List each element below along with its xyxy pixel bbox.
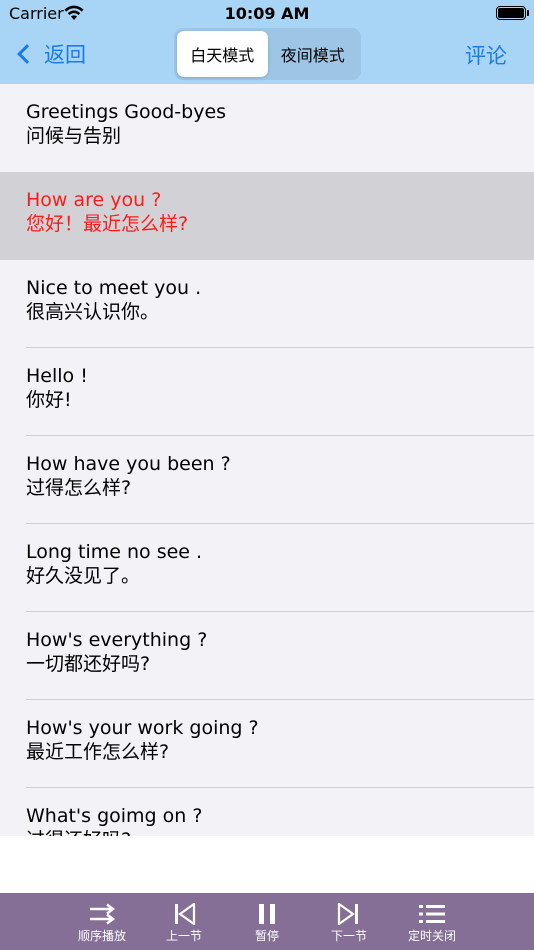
skip-forward-icon <box>337 903 358 925</box>
list-timer-icon <box>419 905 445 923</box>
list-item-chinese: 你好! <box>26 389 72 411</box>
chevron-left-icon <box>17 44 37 64</box>
segment-day-mode[interactable]: 白天模式 <box>177 31 268 77</box>
spacer <box>0 836 534 893</box>
list-item[interactable]: What's goimg on ? 过得还好吗? <box>0 788 534 836</box>
list-item-english: What's goimg on ? <box>26 805 203 827</box>
back-label: 返回 <box>44 43 86 67</box>
header: Carrier 10:09 AM 返回 白天模式 夜间模式 评论 <box>0 0 534 84</box>
list-item-chinese: 好久没见了。 <box>26 565 141 587</box>
list-item-english: How have you been ? <box>26 453 231 475</box>
list-item-english: How's your work going ? <box>26 717 259 739</box>
shuffle-label: 顺序播放 <box>77 929 126 943</box>
shuffle-button[interactable]: 顺序播放 <box>67 893 137 950</box>
skip-back-icon <box>175 903 196 925</box>
list-item-chinese: 一切都还好吗? <box>26 653 151 675</box>
status-bar: Carrier 10:09 AM <box>0 0 534 28</box>
list-item-english: How are you ? <box>26 189 162 211</box>
lesson-list: Greetings Good-byes 问候与告别 How are you ? … <box>0 84 534 836</box>
pause-label: 暂停 <box>254 929 279 943</box>
list-item-english: Hello ! <box>26 365 88 387</box>
list-item[interactable]: How's everything ? 一切都还好吗? <box>0 612 534 700</box>
next-button[interactable]: 下一节 <box>314 893 384 950</box>
list-item[interactable]: How's your work going ? 最近工作怎么样? <box>0 700 534 788</box>
list-item[interactable]: Greetings Good-byes 问候与告别 <box>0 84 534 172</box>
player-toolbar: 顺序播放 上一节 暂停 下一节 定时关闭 <box>0 893 534 950</box>
list-item-chinese: 您好！最近怎么样? <box>26 213 189 235</box>
list-item-english: How's everything ? <box>26 629 208 651</box>
list-item[interactable]: Hello ! 你好! <box>0 348 534 436</box>
previous-label: 上一节 <box>165 929 202 943</box>
status-time: 10:09 AM <box>224 4 310 23</box>
next-label: 下一节 <box>330 929 367 943</box>
list-item-chinese: 很高兴认识你。 <box>26 301 160 323</box>
list-item-chinese: 最近工作怎么样? <box>26 741 170 763</box>
timer-off-button[interactable]: 定时关闭 <box>397 893 467 950</box>
pause-icon <box>259 904 275 924</box>
list-item-selected[interactable]: How are you ? 您好！最近怎么样? <box>0 172 534 260</box>
back-button[interactable]: 返回 <box>14 38 86 70</box>
list-item-chinese: 问候与告别 <box>26 125 122 147</box>
mode-segmented-control: 白天模式 夜间模式 <box>174 28 361 80</box>
list-item-chinese: 过得怎么样? <box>26 477 132 499</box>
list-item-chinese: 过得还好吗? <box>26 828 534 836</box>
list-item[interactable]: Nice to meet you . 很高兴认识你。 <box>0 260 534 348</box>
battery-icon <box>496 6 529 20</box>
pause-button[interactable]: 暂停 <box>232 893 302 950</box>
list-item-english: Nice to meet you . <box>26 277 202 299</box>
list-item-english: Greetings Good-byes <box>26 101 227 123</box>
list-item[interactable]: How have you been ? 过得怎么样? <box>0 436 534 524</box>
comment-button[interactable]: 评论 <box>465 40 507 70</box>
shuffle-icon <box>90 903 116 925</box>
timer-off-label: 定时关闭 <box>407 929 456 943</box>
segment-night-mode[interactable]: 夜间模式 <box>268 31 359 77</box>
previous-button[interactable]: 上一节 <box>149 893 219 950</box>
list-item-english: Long time no see . <box>26 541 203 563</box>
list-item[interactable]: Long time no see . 好久没见了。 <box>0 524 534 612</box>
